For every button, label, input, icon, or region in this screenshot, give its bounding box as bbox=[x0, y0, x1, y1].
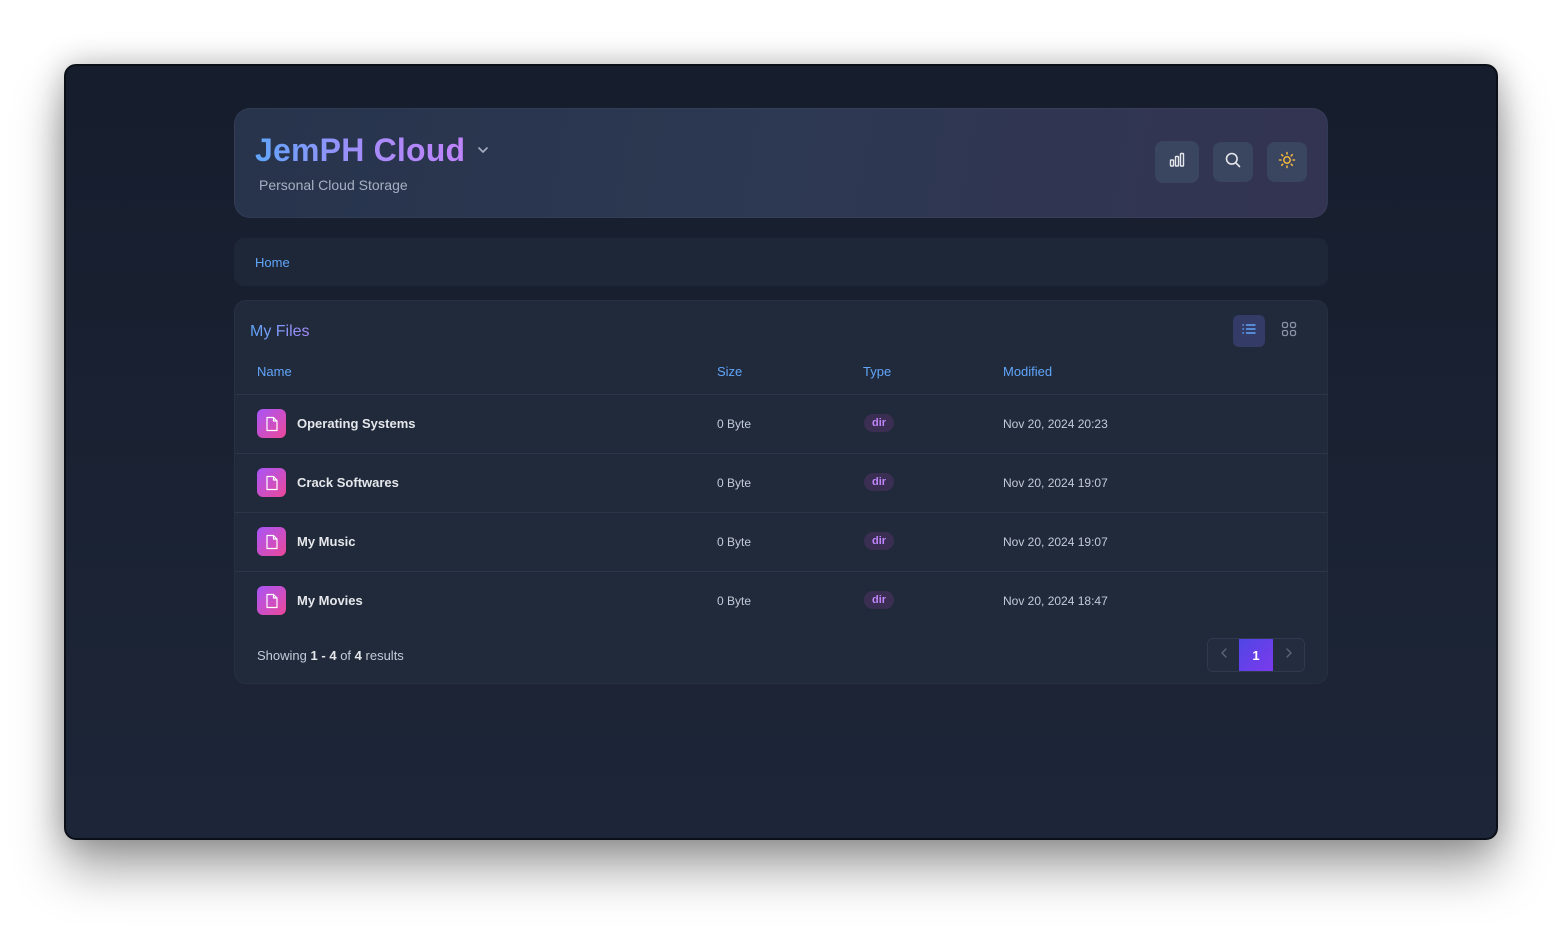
bar-chart-icon bbox=[1168, 151, 1186, 174]
files-panel: My Files Name Size Type Modified Operati… bbox=[234, 300, 1328, 684]
breadcrumb-home[interactable]: Home bbox=[255, 255, 290, 270]
mouse-cursor-icon bbox=[1496, 498, 1498, 523]
pagination: 1 bbox=[1207, 638, 1305, 672]
type-badge: dir bbox=[864, 414, 895, 432]
prev-page-button[interactable] bbox=[1208, 639, 1239, 671]
grid-view-button[interactable] bbox=[1273, 315, 1305, 347]
file-icon bbox=[257, 468, 286, 497]
file-modified: Nov 20, 2024 20:23 bbox=[1003, 417, 1108, 431]
type-badge: dir bbox=[864, 591, 895, 609]
files-title: My Files bbox=[250, 323, 310, 340]
stats-button[interactable] bbox=[1155, 141, 1199, 183]
theme-toggle-button[interactable] bbox=[1267, 142, 1307, 182]
file-modified: Nov 20, 2024 19:07 bbox=[1003, 476, 1108, 490]
grid-icon bbox=[1281, 321, 1297, 342]
type-badge: dir bbox=[864, 532, 895, 550]
file-size: 0 Byte bbox=[717, 417, 752, 431]
app-header: JemPH Cloud Personal Cloud Storage bbox=[234, 108, 1328, 218]
results-summary: Showing 1 - 4 of 4 results bbox=[257, 648, 404, 663]
page-button-current[interactable]: 1 bbox=[1239, 639, 1273, 671]
table-row[interactable]: Crack Softwares 0 Byte dir Nov 20, 2024 … bbox=[235, 454, 1327, 513]
file-modified: Nov 20, 2024 18:47 bbox=[1003, 594, 1108, 608]
summary-from: 1 bbox=[310, 648, 318, 663]
table-row[interactable]: My Movies 0 Byte dir Nov 20, 2024 18:47 bbox=[235, 572, 1327, 631]
type-badge: dir bbox=[864, 473, 895, 491]
file-icon bbox=[257, 586, 286, 615]
app-subtitle: Personal Cloud Storage bbox=[259, 177, 408, 193]
breadcrumb: Home bbox=[234, 238, 1328, 286]
file-icon bbox=[257, 409, 286, 438]
file-name[interactable]: Crack Softwares bbox=[297, 475, 399, 490]
header-actions bbox=[1155, 141, 1307, 183]
summary-prefix: Showing bbox=[257, 648, 307, 663]
file-name[interactable]: Operating Systems bbox=[297, 416, 416, 431]
chevron-right-icon bbox=[1283, 646, 1295, 664]
file-icon bbox=[257, 527, 286, 556]
file-name[interactable]: My Music bbox=[297, 534, 356, 549]
summary-dash: - bbox=[321, 648, 326, 663]
column-header-modified[interactable]: Modified bbox=[1003, 364, 1052, 379]
search-icon bbox=[1224, 151, 1242, 174]
chevron-left-icon bbox=[1218, 646, 1230, 664]
view-toggle bbox=[1233, 315, 1305, 347]
chevron-down-icon[interactable] bbox=[475, 142, 491, 158]
list-icon bbox=[1241, 321, 1257, 342]
search-button[interactable] bbox=[1213, 142, 1253, 182]
table-row[interactable]: My Music 0 Byte dir Nov 20, 2024 19:07 bbox=[235, 513, 1327, 572]
file-name[interactable]: My Movies bbox=[297, 593, 363, 608]
column-header-type[interactable]: Type bbox=[863, 364, 891, 379]
summary-suffix: results bbox=[365, 648, 404, 663]
summary-total: 4 bbox=[354, 648, 362, 663]
sun-icon bbox=[1278, 151, 1296, 174]
column-header-size[interactable]: Size bbox=[717, 364, 742, 379]
app-title[interactable]: JemPH Cloud bbox=[255, 131, 465, 169]
column-header-name[interactable]: Name bbox=[257, 364, 292, 379]
next-page-button[interactable] bbox=[1273, 639, 1304, 671]
summary-to: 4 bbox=[329, 648, 337, 663]
file-modified: Nov 20, 2024 19:07 bbox=[1003, 535, 1108, 549]
summary-of: of bbox=[340, 648, 352, 663]
file-size: 0 Byte bbox=[717, 535, 752, 549]
file-size: 0 Byte bbox=[717, 476, 752, 490]
file-size: 0 Byte bbox=[717, 594, 752, 608]
app-window: JemPH Cloud Personal Cloud Storage Home … bbox=[64, 64, 1498, 840]
list-view-button[interactable] bbox=[1233, 315, 1265, 347]
brand[interactable]: JemPH Cloud bbox=[255, 131, 491, 169]
table-row[interactable]: Operating Systems 0 Byte dir Nov 20, 202… bbox=[235, 395, 1327, 454]
